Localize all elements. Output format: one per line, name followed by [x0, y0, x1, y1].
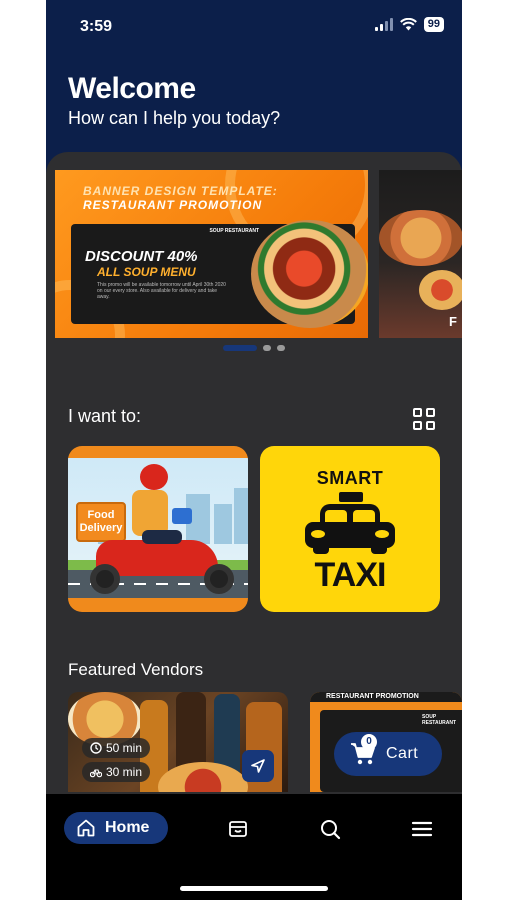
banner-discount: DISCOUNT 40% [85, 248, 198, 265]
taxi-label-top: SMART [316, 468, 384, 488]
page-subtitle: How can I help you today? [68, 108, 281, 128]
taxi-label-bottom: TAXI [314, 556, 387, 594]
carousel-dot[interactable] [277, 345, 285, 351]
carousel-dot[interactable] [263, 345, 271, 351]
smart-taxi-card[interactable]: SMART TAXI [260, 446, 440, 612]
banner-restaurant-tag: SOUP RESTAURANT [209, 228, 259, 234]
wifi-icon [399, 18, 417, 31]
status-time: 3:59 [80, 18, 113, 35]
home-indicator [180, 886, 328, 891]
promo-banner-next[interactable]: F [379, 170, 462, 338]
nav-home-label: Home [105, 819, 150, 836]
banner-fine-print: This promo will be available tomorrow un… [97, 282, 226, 300]
food-delivery-card[interactable]: Food Delivery [68, 446, 248, 612]
cart-count-badge: 0 [361, 734, 377, 750]
pizza-image [419, 270, 462, 310]
vendor-banner-tag: SOUP RESTAURANT [422, 714, 457, 726]
banner-menu: ALL SOUP MENU [97, 265, 196, 279]
delivery-time: 50 min [106, 741, 143, 755]
banner-heading: BANNER DESIGN TEMPLATE: [83, 184, 278, 198]
page-title: Welcome [68, 72, 196, 105]
app-screen: 3:59 99 Welcome How can I help you today… [46, 0, 462, 900]
taxi-car-icon [305, 504, 395, 554]
delivery-time-chip: 50 min [82, 738, 151, 758]
services-title: I want to: [68, 406, 142, 426]
banner-panel: SOUP RESTAURANT DISCOUNT 40% ALL SOUP ME… [71, 220, 368, 328]
navigate-icon [251, 759, 265, 773]
navigate-button[interactable] [242, 750, 274, 782]
banner-partial-text: F [449, 314, 457, 329]
ride-time-chip: 30 min [82, 762, 151, 782]
battery-indicator: 99 [423, 17, 444, 32]
clock-icon [90, 742, 102, 754]
food-delivery-sign: Food Delivery [76, 502, 126, 542]
banner-heading-promo: RESTAURANT PROMOTION [83, 198, 263, 212]
nav-home[interactable]: Home [64, 812, 168, 844]
vendor-card[interactable]: 50 min 30 min [68, 692, 288, 792]
home-icon [77, 819, 95, 837]
vendor-banner-heading: RESTAURANT PROMOTION [310, 692, 462, 702]
bottom-nav: Home [46, 794, 462, 900]
rider-helmet [140, 464, 168, 490]
pasta-image [379, 210, 462, 266]
ride-time: 30 min [106, 765, 143, 779]
cart-label: Cart [386, 745, 419, 762]
carousel-indicator [46, 345, 462, 351]
menu-icon[interactable] [411, 818, 433, 840]
bike-icon [90, 769, 102, 778]
grid-icon[interactable] [413, 408, 435, 430]
banner-carousel[interactable]: BANNER DESIGN TEMPLATE: RESTAURANT PROMO… [55, 170, 462, 338]
carousel-dot-active[interactable] [223, 345, 257, 351]
cart-button[interactable]: 0 Cart [334, 732, 442, 776]
promo-banner[interactable]: BANNER DESIGN TEMPLATE: RESTAURANT PROMO… [55, 170, 368, 338]
search-icon[interactable] [319, 818, 341, 840]
status-icons: 99 [374, 17, 444, 32]
signal-icon [374, 18, 393, 31]
vendors-title: Featured Vendors [68, 660, 204, 679]
bag-icon[interactable] [227, 818, 249, 840]
soup-image [251, 220, 368, 328]
status-bar: 3:59 99 [46, 0, 462, 52]
